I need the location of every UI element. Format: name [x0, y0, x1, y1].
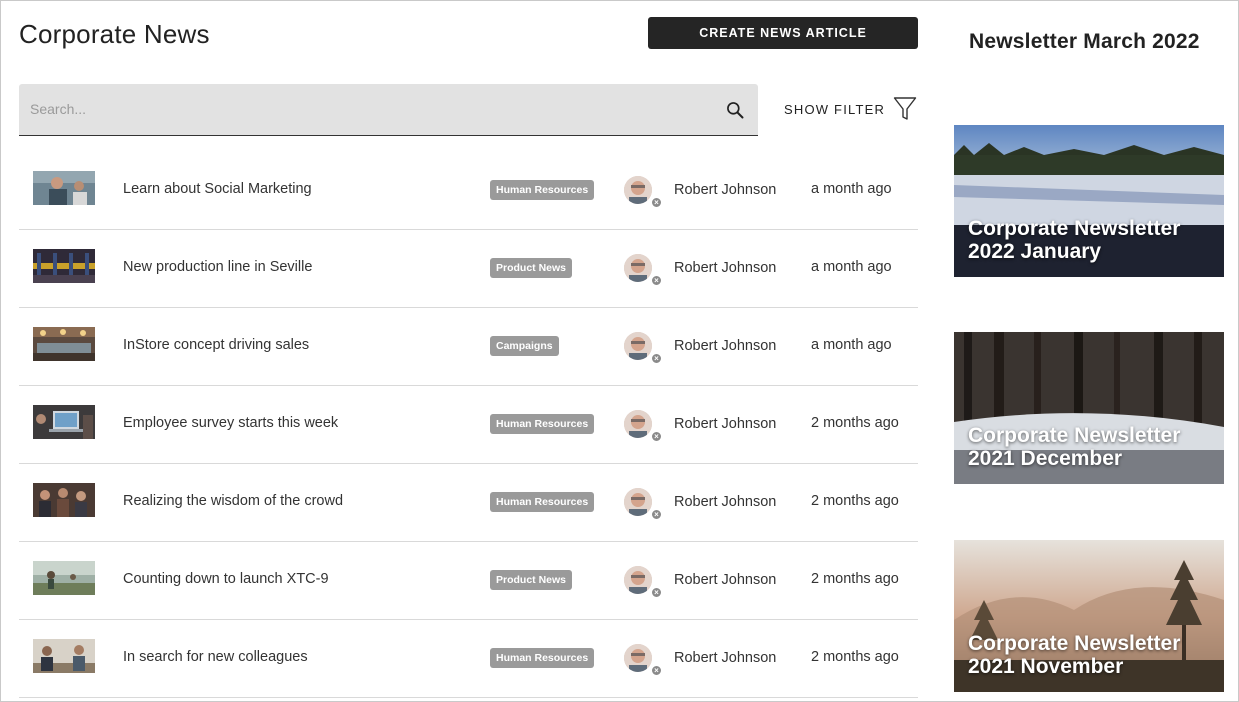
show-filter-button[interactable]: SHOW FILTER	[784, 96, 917, 122]
author-avatar	[624, 332, 652, 360]
news-title[interactable]: New production line in Seville	[123, 259, 312, 275]
news-title[interactable]: In search for new colleagues	[123, 649, 308, 665]
newsletter-card[interactable]: Corporate Newsletter 2021 November	[954, 540, 1224, 692]
author-name: Robert Johnson	[674, 572, 777, 588]
newsletter-title[interactable]: Corporate Newsletter 2021 November	[968, 632, 1208, 678]
search-box	[19, 84, 758, 136]
newsletter-title[interactable]: Corporate Newsletter 2021 December	[968, 424, 1208, 470]
category-tag[interactable]: Campaigns	[490, 336, 559, 356]
news-row[interactable]: Realizing the wisdom of the crowd Human …	[19, 464, 918, 542]
news-row[interactable]: In search for new colleagues Human Resou…	[19, 620, 918, 698]
author-avatar	[624, 644, 652, 672]
presence-offline-icon: ×	[650, 352, 663, 365]
show-filter-label: SHOW FILTER	[784, 101, 886, 117]
category-tag[interactable]: Human Resources	[490, 414, 595, 434]
category-tag[interactable]: Human Resources	[490, 180, 595, 200]
author-name: Robert Johnson	[674, 416, 777, 432]
category-tag[interactable]: Human Resources	[490, 648, 595, 668]
create-news-article-button[interactable]: CREATE NEWS ARTICLE	[648, 17, 918, 49]
news-row[interactable]: Employee survey starts this week Human R…	[19, 386, 918, 464]
news-thumbnail	[33, 405, 95, 439]
news-row[interactable]: Learn about Social Marketing Human Resou…	[19, 152, 918, 230]
news-title[interactable]: InStore concept driving sales	[123, 337, 309, 353]
author-avatar	[624, 566, 652, 594]
category-tag[interactable]: Human Resources	[490, 492, 595, 512]
news-thumbnail	[33, 561, 95, 595]
page-title: Corporate News	[19, 19, 210, 49]
presence-offline-icon: ×	[650, 664, 663, 677]
newsletter-title[interactable]: Corporate Newsletter 2022 January	[968, 217, 1208, 263]
category-tag[interactable]: Product News	[490, 570, 573, 590]
newsletter-card[interactable]: Corporate Newsletter 2021 December	[954, 332, 1224, 484]
filter-icon	[893, 97, 917, 120]
author-avatar	[624, 254, 652, 282]
news-title[interactable]: Counting down to launch XTC-9	[123, 571, 329, 587]
author-name: Robert Johnson	[674, 260, 777, 276]
presence-offline-icon: ×	[650, 508, 663, 521]
app-frame: Corporate News CREATE NEWS ARTICLE SHOW …	[0, 0, 1239, 702]
author-name: Robert Johnson	[674, 494, 777, 510]
author-name: Robert Johnson	[674, 650, 777, 666]
news-thumbnail	[33, 483, 95, 517]
author-avatar	[624, 410, 652, 438]
presence-offline-icon: ×	[650, 196, 663, 209]
author-avatar	[624, 488, 652, 516]
author-name: Robert Johnson	[674, 338, 777, 354]
news-thumbnail	[33, 171, 95, 205]
newsletter-card[interactable]: Corporate Newsletter 2022 January	[954, 125, 1224, 277]
news-thumbnail	[33, 639, 95, 673]
published-time: 2 months ago	[811, 493, 899, 509]
news-row[interactable]: New production line in Seville Product N…	[19, 230, 918, 308]
newsletter-heading: Newsletter March 2022	[969, 30, 1200, 53]
presence-offline-icon: ×	[650, 274, 663, 287]
news-thumbnail	[33, 249, 95, 283]
author-avatar	[624, 176, 652, 204]
news-row[interactable]: InStore concept driving sales Campaigns …	[19, 308, 918, 386]
news-title[interactable]: Learn about Social Marketing	[123, 181, 312, 197]
published-time: 2 months ago	[811, 571, 899, 587]
published-time: a month ago	[811, 181, 892, 197]
presence-offline-icon: ×	[650, 586, 663, 599]
news-title[interactable]: Realizing the wisdom of the crowd	[123, 493, 343, 509]
author-name: Robert Johnson	[674, 182, 777, 198]
news-title[interactable]: Employee survey starts this week	[123, 415, 338, 431]
search-icon[interactable]	[725, 100, 745, 120]
published-time: 2 months ago	[811, 415, 899, 431]
published-time: 2 months ago	[811, 649, 899, 665]
category-tag[interactable]: Product News	[490, 258, 573, 278]
published-time: a month ago	[811, 337, 892, 353]
search-input[interactable]	[19, 84, 709, 134]
published-time: a month ago	[811, 259, 892, 275]
news-row[interactable]: Counting down to launch XTC-9 Product Ne…	[19, 542, 918, 620]
news-list: Learn about Social Marketing Human Resou…	[19, 152, 918, 698]
presence-offline-icon: ×	[650, 430, 663, 443]
news-thumbnail	[33, 327, 95, 361]
